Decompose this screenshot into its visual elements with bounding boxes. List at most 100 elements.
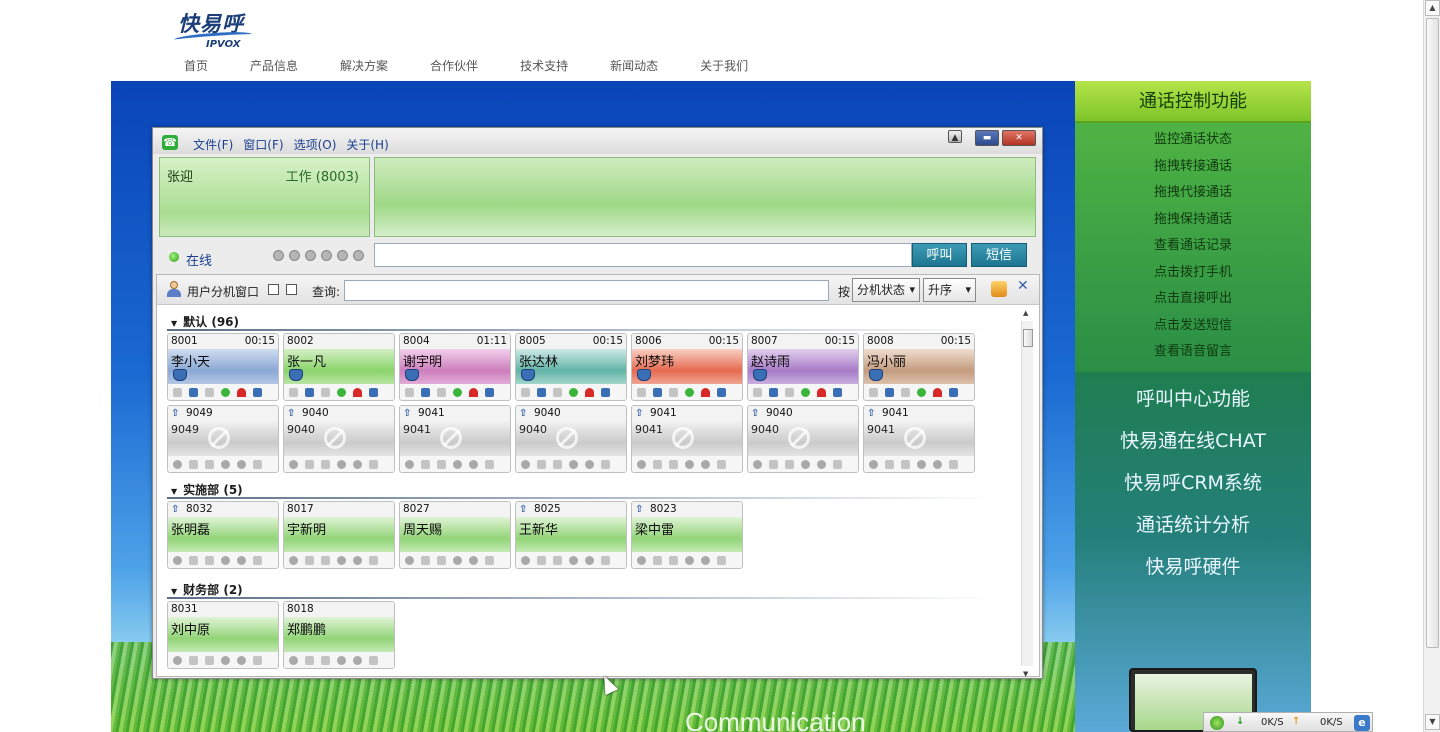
mail-icon[interactable] xyxy=(521,387,530,397)
mobile-icon[interactable] xyxy=(537,387,546,397)
chat-icon[interactable] xyxy=(321,555,330,565)
nav-home[interactable]: 首页 xyxy=(184,57,208,74)
feature-big-item[interactable]: 快易呼硬件 xyxy=(1075,546,1311,588)
feature-panel-title[interactable]: 通话控制功能 xyxy=(1075,81,1311,123)
chat-icon[interactable] xyxy=(669,555,678,565)
pause-icon[interactable] xyxy=(353,250,364,261)
mail-icon[interactable] xyxy=(521,555,530,565)
nav-products[interactable]: 产品信息 xyxy=(250,57,298,74)
feature-sub-item[interactable]: 拖拽保持通话 xyxy=(1075,207,1311,234)
window-titlebar[interactable]: ☎ 文件(F) 窗口(F) 选项(O) 关于(H) ▲ ▬ ✕ xyxy=(153,128,1042,154)
mobile-icon[interactable] xyxy=(537,459,546,469)
chat-icon[interactable] xyxy=(785,387,794,397)
hangup-icon[interactable] xyxy=(585,555,594,565)
mobile-icon[interactable] xyxy=(189,555,198,565)
feature-sub-item[interactable]: 点击发送短信 xyxy=(1075,313,1311,340)
call-button[interactable]: 呼叫 xyxy=(912,243,967,267)
answer-icon[interactable] xyxy=(569,555,578,565)
answer-icon[interactable] xyxy=(337,555,346,565)
mobile-icon[interactable] xyxy=(305,655,314,665)
screen-icon[interactable] xyxy=(833,387,842,397)
answer-icon[interactable] xyxy=(801,459,810,469)
chat-icon[interactable] xyxy=(669,387,678,397)
menu-window[interactable]: 窗口(F) xyxy=(243,136,283,153)
feature-big-item[interactable]: 快易通在线CHAT xyxy=(1075,420,1311,462)
extension-card[interactable]: 8027 周天赐 xyxy=(399,501,511,569)
mail-icon[interactable] xyxy=(405,555,414,565)
mobile-icon[interactable] xyxy=(769,387,778,397)
mobile-icon[interactable] xyxy=(421,555,430,565)
answer-icon[interactable] xyxy=(453,459,462,469)
chat-icon[interactable] xyxy=(553,459,562,469)
browser-icon[interactable]: e xyxy=(1354,715,1370,731)
close-button[interactable]: ✕ xyxy=(1002,130,1036,146)
feature-sub-item[interactable]: 点击直接呼出 xyxy=(1075,286,1311,313)
extension-card[interactable]: ⇧ 9041 9041 xyxy=(399,405,511,473)
answer-icon[interactable] xyxy=(685,459,694,469)
message-icon[interactable] xyxy=(289,250,300,261)
chat-icon[interactable] xyxy=(321,459,330,469)
mail-icon[interactable] xyxy=(289,655,298,665)
extension-card[interactable]: 8006 00:15 刘梦玮 xyxy=(631,333,743,401)
screen-icon[interactable] xyxy=(949,387,958,397)
copy-icon[interactable] xyxy=(268,284,279,295)
mobile-icon[interactable] xyxy=(305,555,314,565)
group-header[interactable]: 默认 (96) xyxy=(171,313,239,330)
chat-icon[interactable] xyxy=(205,655,214,665)
mail-icon[interactable] xyxy=(869,459,878,469)
collapse-button[interactable]: ▲ xyxy=(948,130,962,143)
answer-icon[interactable] xyxy=(337,387,346,397)
extension-card[interactable]: 8005 00:15 张达林 xyxy=(515,333,627,401)
nav-solutions[interactable]: 解决方案 xyxy=(340,57,388,74)
chat-icon[interactable] xyxy=(785,459,794,469)
screen-icon[interactable] xyxy=(717,555,726,565)
screen-icon[interactable] xyxy=(485,459,494,469)
mobile-icon[interactable] xyxy=(305,459,314,469)
chat-icon[interactable] xyxy=(437,459,446,469)
answer-icon[interactable] xyxy=(221,459,230,469)
mail-icon[interactable] xyxy=(869,387,878,397)
chat-icon[interactable] xyxy=(669,459,678,469)
mail-icon[interactable] xyxy=(173,555,182,565)
feature-sub-item[interactable]: 查看通话记录 xyxy=(1075,233,1311,260)
mail-icon[interactable] xyxy=(753,387,762,397)
extension-card[interactable]: ⇧ 8023 梁中雷 xyxy=(631,501,743,569)
hangup-icon[interactable] xyxy=(469,387,478,397)
site-logo[interactable]: 快易呼 IPVOX xyxy=(172,8,262,50)
mail-icon[interactable] xyxy=(173,387,182,397)
panel-scroll-thumb[interactable] xyxy=(1023,329,1033,347)
hangup-icon[interactable] xyxy=(237,459,246,469)
feature-sub-item[interactable]: 点击拨打手机 xyxy=(1075,260,1311,287)
mobile-icon[interactable] xyxy=(421,387,430,397)
feature-sub-item[interactable]: 拖拽代接通话 xyxy=(1075,180,1311,207)
copy-all-icon[interactable] xyxy=(286,284,297,295)
answer-icon[interactable] xyxy=(685,387,694,397)
browser-scrollbar[interactable]: ▲ ▼ xyxy=(1423,0,1440,732)
sms-button[interactable]: 短信 xyxy=(971,243,1027,267)
chat-icon[interactable] xyxy=(205,459,214,469)
screen-icon[interactable] xyxy=(253,459,262,469)
nav-support[interactable]: 技术支持 xyxy=(520,57,568,74)
mail-icon[interactable] xyxy=(405,459,414,469)
hangup-icon[interactable] xyxy=(353,459,362,469)
answer-icon[interactable] xyxy=(917,459,926,469)
extension-card[interactable]: ⇧ 9040 9040 xyxy=(747,405,859,473)
transfer-icon[interactable] xyxy=(273,250,284,261)
group-header[interactable]: 财务部 (2) xyxy=(171,581,243,598)
mobile-icon[interactable] xyxy=(769,459,778,469)
globe-icon[interactable] xyxy=(1210,716,1224,730)
screen-icon[interactable] xyxy=(485,555,494,565)
mobile-icon[interactable] xyxy=(189,387,198,397)
chat-icon[interactable] xyxy=(205,555,214,565)
chat-icon[interactable] xyxy=(901,459,910,469)
browser-scroll-down[interactable]: ▼ xyxy=(1425,714,1440,730)
hangup-icon[interactable] xyxy=(469,459,478,469)
screen-icon[interactable] xyxy=(601,555,610,565)
hangup-icon[interactable] xyxy=(933,459,942,469)
minimize-button[interactable]: ▬ xyxy=(975,130,999,146)
extension-card[interactable]: 8008 00:15 冯小丽 xyxy=(863,333,975,401)
answer-icon[interactable] xyxy=(801,387,810,397)
extension-card[interactable]: 8007 00:15 赵诗雨 xyxy=(747,333,859,401)
menu-about[interactable]: 关于(H) xyxy=(346,136,388,153)
mobile-icon[interactable] xyxy=(885,459,894,469)
